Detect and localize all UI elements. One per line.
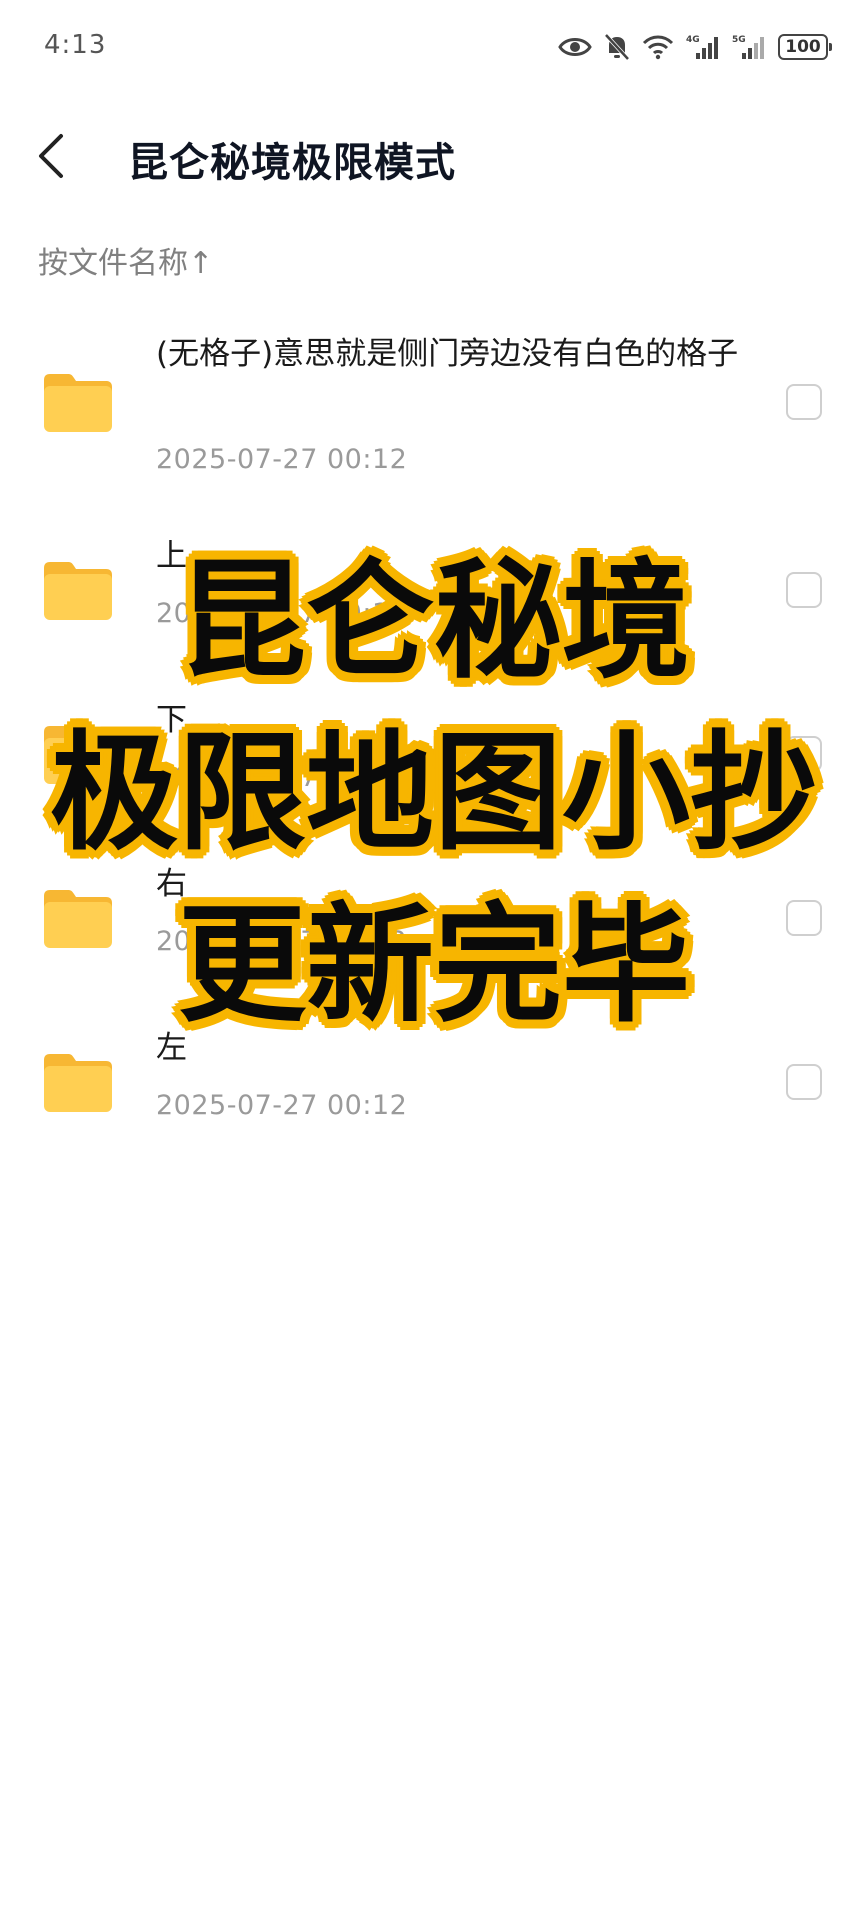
list-item[interactable]: 右 2025-07-27 00:12 (0, 858, 868, 978)
list-item[interactable]: 上 2025-07-27 00:12 (0, 530, 868, 650)
battery-level: 100 (785, 37, 821, 57)
list-item[interactable]: 左 2025-07-27 00:12 (0, 1022, 868, 1142)
file-name: 左 (156, 1030, 187, 1066)
file-date: 2025-07-27 00:12 (156, 762, 408, 793)
signal-5g-icon: 5G (732, 33, 766, 61)
folder-icon (44, 374, 112, 432)
file-name: 右 (156, 866, 187, 902)
svg-text:5G: 5G (732, 35, 746, 45)
list-item[interactable]: (无格子)意思就是侧门旁边没有白色的格子 2025-07-27 00:12 (0, 320, 868, 490)
file-date: 2025-07-27 00:12 (156, 926, 408, 957)
select-checkbox[interactable] (786, 1064, 822, 1100)
select-checkbox[interactable] (786, 572, 822, 608)
chevron-left-icon (39, 134, 63, 178)
bell-muted-icon (604, 33, 630, 61)
select-checkbox[interactable] (786, 736, 822, 772)
status-bar: 4:13 4G 5G 100 (0, 0, 868, 96)
folder-icon (44, 726, 112, 784)
folder-icon (44, 1054, 112, 1112)
status-time: 4:13 (44, 30, 107, 60)
svg-text:4G: 4G (686, 35, 700, 45)
list-item[interactable]: 下 2025-07-27 00:12 (0, 694, 868, 814)
header: 昆仑秘境极限模式 (0, 110, 868, 200)
file-date: 2025-07-27 00:12 (156, 444, 408, 475)
file-name: (无格子)意思就是侧门旁边没有白色的格子 (156, 336, 739, 372)
wifi-icon (642, 34, 674, 60)
file-name: 下 (156, 702, 187, 738)
signal-4g-icon: 4G (686, 33, 720, 61)
status-icons: 4G 5G 100 (558, 30, 832, 64)
back-button[interactable] (26, 128, 76, 184)
page-title: 昆仑秘境极限模式 (128, 140, 456, 186)
select-checkbox[interactable] (786, 900, 822, 936)
file-date: 2025-07-27 00:12 (156, 598, 408, 629)
select-checkbox[interactable] (786, 384, 822, 420)
file-name: 上 (156, 538, 187, 574)
battery-icon: 100 (778, 34, 832, 60)
sort-toggle[interactable]: 按文件名称↑ (38, 238, 213, 282)
file-date: 2025-07-27 00:12 (156, 1090, 408, 1121)
eye-icon (558, 35, 592, 59)
folder-icon (44, 562, 112, 620)
folder-icon (44, 890, 112, 948)
